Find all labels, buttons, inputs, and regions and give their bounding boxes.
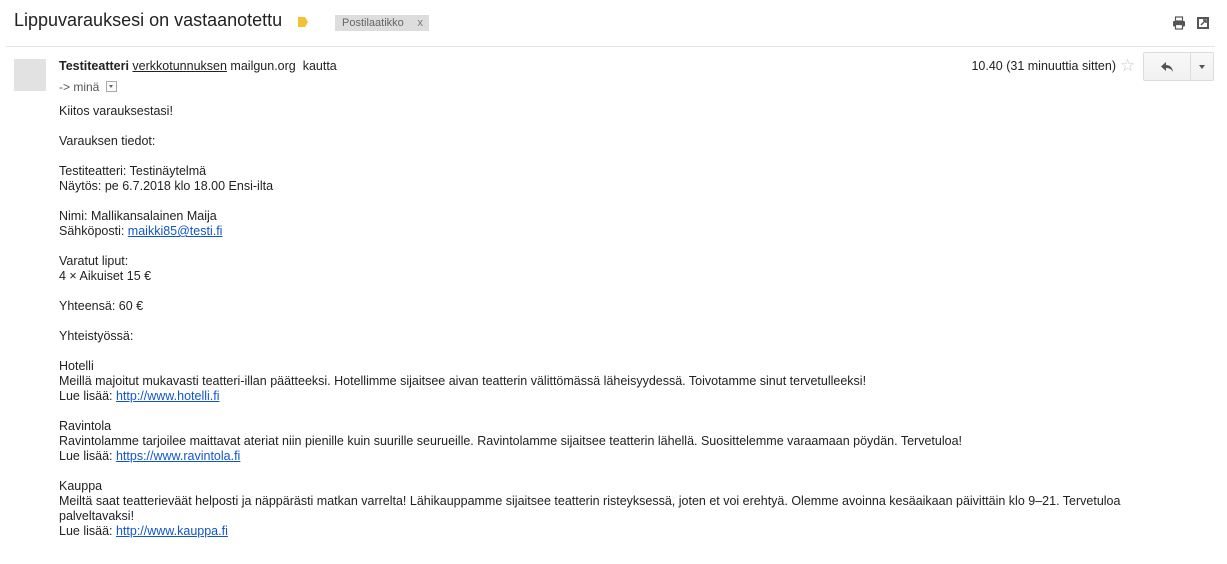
via-domain: mailgun.org (230, 59, 296, 73)
label-chip-text: Postilaatikko (342, 17, 404, 29)
via-link[interactable]: verkkotunnuksen (132, 59, 227, 73)
partner-name: Kauppa (59, 479, 103, 493)
partner-name: Ravintola (59, 419, 112, 433)
partner-name: Hotelli (59, 359, 94, 373)
partners-title: Yhteistyössä: (59, 329, 134, 343)
read-more-label: Lue lisää: (59, 449, 116, 463)
subject-bar: Lippuvarauksesi on vastaanotettu Postila… (0, 0, 1227, 46)
partner-text: Meiltä saat teatterieväät helposti ja nä… (59, 494, 1121, 523)
label-chip-inbox: Postilaatikko x (335, 15, 429, 31)
partner-read-more: Lue lisää: http://www.kauppa.fi (59, 524, 1179, 539)
read-more-label: Lue lisää: (59, 524, 116, 538)
partner-read-more: Lue lisää: http://www.hotelli.fi (59, 389, 1179, 404)
reply-button-group (1143, 52, 1214, 81)
tickets-line: 4 × Aikuiset 15 € (59, 269, 152, 283)
message-time: 10.40 (31 minuuttia sitten) (971, 59, 1116, 73)
star-icon[interactable]: ☆ (1120, 56, 1135, 76)
message-body: Kiitos varauksestasi! Varauksen tiedot: … (59, 104, 1179, 539)
details-title: Varauksen tiedot: (59, 134, 156, 148)
reply-icon (1161, 62, 1173, 72)
from-line: Testiteatteri verkkotunnuksen mailgun.or… (59, 59, 337, 73)
total-line: Yhteensä: 60 € (59, 299, 144, 313)
new-window-icon[interactable] (1196, 16, 1210, 30)
email-subject: Lippuvarauksesi on vastaanotettu (14, 10, 283, 30)
greeting: Kiitos varauksestasi! (59, 104, 173, 118)
show-line: Näytös: pe 6.7.2018 klo 18.00 Ensi-ilta (59, 179, 274, 193)
email-line: Sähköposti: maikki85@testi.fi (59, 224, 1179, 239)
partner-link-restaurant[interactable]: https://www.ravintola.fi (116, 449, 240, 463)
partner-link-shop[interactable]: http://www.kauppa.fi (116, 524, 228, 538)
recipient-line: -> minä (59, 80, 117, 94)
recipient-text: -> minä (59, 80, 100, 94)
remove-label-button[interactable]: x (418, 15, 424, 31)
header-divider (6, 46, 1215, 47)
name-line: Nimi: Mallikansalainen Maija (59, 209, 217, 223)
read-more-label: Lue lisää: (59, 389, 116, 403)
sender-avatar (14, 59, 46, 91)
partner-read-more: Lue lisää: https://www.ravintola.fi (59, 449, 1179, 464)
via-word: kautta (302, 59, 337, 73)
more-options-button[interactable] (1190, 53, 1214, 80)
email-link[interactable]: maikki85@testi.fi (128, 224, 223, 238)
tickets-title: Varatut liput: (59, 254, 129, 268)
partner-text: Meillä majoitut mukavasti teatteri-illan… (59, 374, 867, 388)
partner-link-hotel[interactable]: http://www.hotelli.fi (116, 389, 220, 403)
email-label: Sähköposti: (59, 224, 128, 238)
importance-marker-icon[interactable] (298, 17, 308, 27)
partner-text: Ravintolamme tarjoilee maittavat ateriat… (59, 434, 963, 448)
sender-name[interactable]: Testiteatteri (59, 59, 129, 73)
print-icon[interactable] (1172, 16, 1186, 30)
reply-button[interactable] (1144, 53, 1190, 80)
theatre-line: Testiteatteri: Testinäytelmä (59, 164, 207, 178)
show-details-button[interactable] (105, 81, 117, 93)
